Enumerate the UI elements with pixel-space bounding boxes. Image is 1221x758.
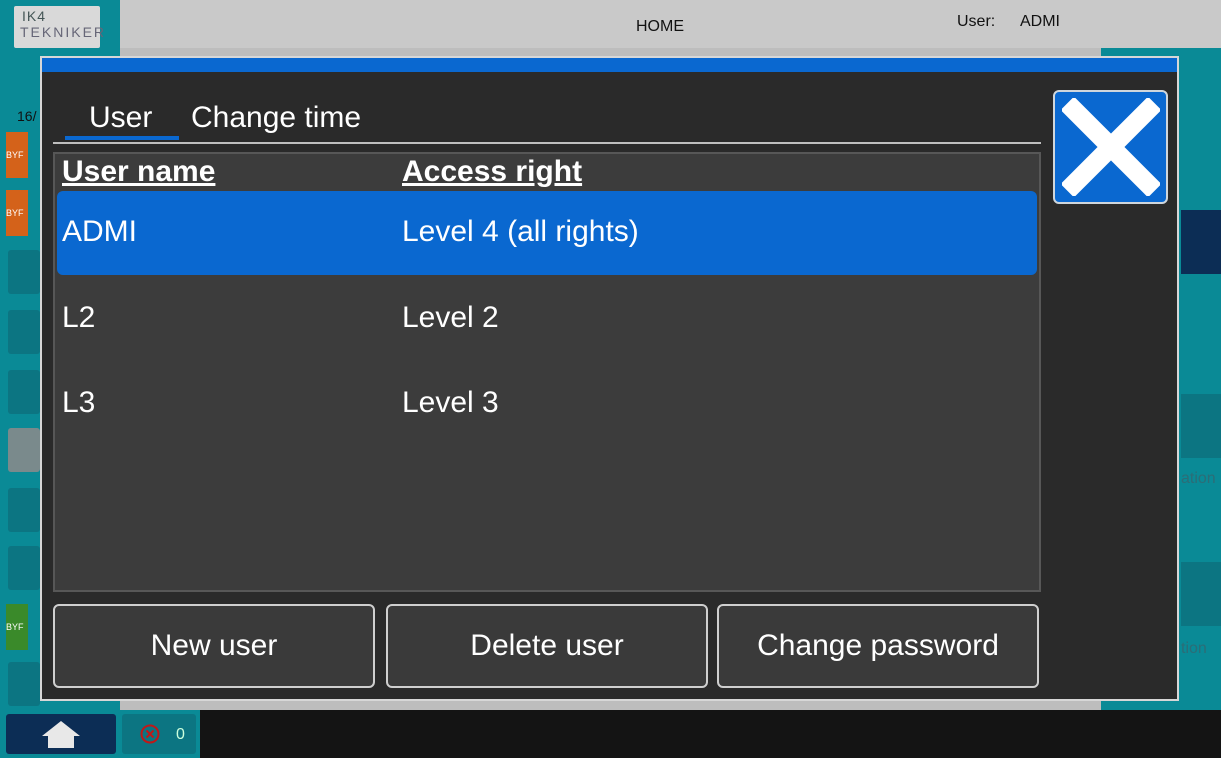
dialog-tabs: User Change time bbox=[53, 100, 1041, 144]
right-panel-text: tion bbox=[1181, 640, 1207, 657]
right-panel-text: ation bbox=[1181, 470, 1216, 487]
cell-access-right: Level 2 bbox=[402, 301, 499, 334]
side-tag-1: BYF bbox=[6, 132, 28, 178]
cell-access-right: Level 3 bbox=[402, 386, 499, 419]
alarm-icon bbox=[140, 724, 160, 744]
right-panel-block[interactable] bbox=[1181, 562, 1221, 626]
side-nav-button[interactable] bbox=[8, 428, 40, 472]
side-nav-button[interactable] bbox=[8, 546, 40, 590]
table-row[interactable]: L3 Level 3 bbox=[57, 362, 1037, 446]
user-table: User name Access right ADMI Level 4 (all… bbox=[53, 152, 1041, 592]
bottom-bar: 0 bbox=[0, 710, 1221, 758]
side-tag-3: BYF bbox=[6, 604, 28, 650]
company-logo: IK4 TEKNIKER bbox=[14, 6, 104, 48]
tab-change-time[interactable]: Change time bbox=[191, 100, 381, 140]
close-button[interactable] bbox=[1053, 90, 1168, 204]
cell-user-name: L3 bbox=[62, 386, 96, 419]
cell-user-name: ADMI bbox=[62, 215, 137, 248]
right-panel-block[interactable] bbox=[1181, 210, 1221, 274]
close-x-icon bbox=[1061, 98, 1160, 196]
new-user-button[interactable]: New user bbox=[53, 604, 375, 688]
date-partial: 16/ bbox=[17, 108, 37, 124]
user-label: User: bbox=[957, 13, 996, 30]
side-nav-button[interactable] bbox=[8, 310, 40, 354]
home-button[interactable] bbox=[6, 714, 116, 754]
column-header-access-right[interactable]: Access right bbox=[402, 155, 582, 189]
tab-user[interactable]: User bbox=[65, 100, 179, 140]
page-title: HOME bbox=[636, 18, 684, 35]
alarm-count: 0 bbox=[176, 726, 185, 743]
right-panel-block[interactable] bbox=[1181, 394, 1221, 458]
change-password-button[interactable]: Change password bbox=[717, 604, 1039, 688]
side-nav-button[interactable] bbox=[8, 662, 40, 706]
status-area bbox=[200, 710, 1221, 758]
dialog-title-bar bbox=[42, 58, 1177, 72]
cell-user-name: L2 bbox=[62, 301, 96, 334]
home-icon bbox=[42, 721, 80, 748]
logo-text-1: IK4 bbox=[22, 8, 47, 24]
delete-user-button[interactable]: Delete user bbox=[386, 604, 708, 688]
side-tag-2: BYF bbox=[6, 190, 28, 236]
table-row[interactable]: L2 Level 2 bbox=[57, 277, 1037, 361]
table-row[interactable]: ADMI Level 4 (all rights) bbox=[57, 191, 1037, 275]
column-header-user-name[interactable]: User name bbox=[62, 155, 215, 189]
side-nav-button[interactable] bbox=[8, 488, 40, 532]
side-nav-button[interactable] bbox=[8, 250, 40, 294]
alarm-indicator[interactable]: 0 bbox=[122, 714, 196, 754]
user-management-dialog: User Change time User name Access right … bbox=[40, 56, 1179, 701]
side-nav-button[interactable] bbox=[8, 370, 40, 414]
cell-access-right: Level 4 (all rights) bbox=[402, 215, 639, 248]
logo-text-2: TEKNIKER bbox=[20, 24, 107, 40]
user-value[interactable]: ADMI bbox=[1020, 13, 1060, 31]
